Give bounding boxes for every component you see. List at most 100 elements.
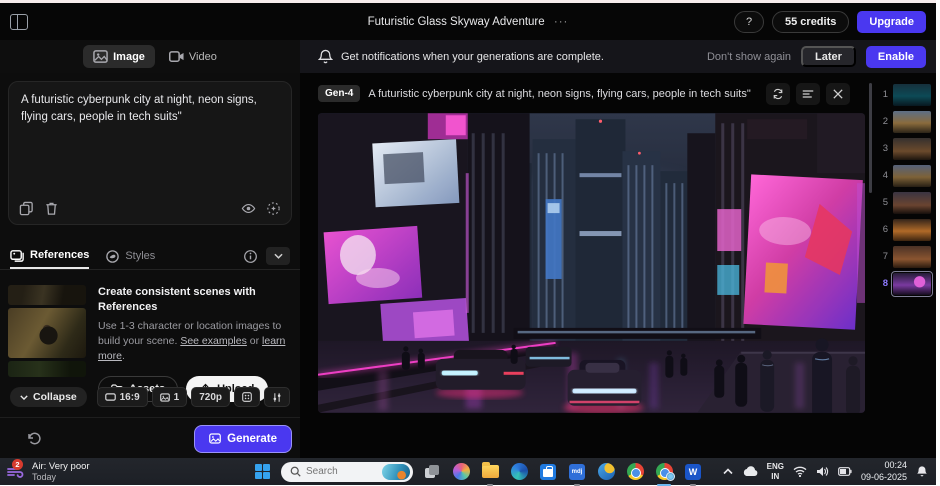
tab-styles[interactable]: Styles (105, 243, 155, 269)
chevron-down-icon (273, 253, 283, 259)
notification-bar: Get notifications when your generations … (300, 40, 936, 73)
reuse-settings-icon[interactable] (766, 83, 790, 105)
task-view-icon[interactable] (422, 462, 442, 482)
hidden-icons-chevron[interactable] (723, 468, 733, 475)
title-menu-icon[interactable]: ··· (554, 16, 569, 28)
microsoft-store-icon[interactable] (538, 462, 558, 482)
close-icon[interactable] (826, 83, 850, 105)
history-thumbnail-7[interactable] (893, 245, 931, 268)
battery-icon[interactable] (838, 467, 852, 476)
word-icon[interactable]: W (683, 462, 703, 486)
generate-row: Generate (0, 419, 300, 458)
history-item-6[interactable]: 6 (878, 216, 936, 243)
help-chat-icon[interactable]: ? (734, 10, 764, 33)
scrollbar[interactable] (869, 83, 872, 193)
history-item-1[interactable]: 1 (878, 81, 936, 108)
wifi-icon[interactable] (793, 466, 807, 477)
reference-example-top (8, 285, 86, 305)
info-icon[interactable] (243, 249, 258, 264)
see-examples-link[interactable]: See examples (180, 335, 247, 347)
copy-icon[interactable] (19, 201, 34, 216)
collapse-button[interactable]: Collapse (10, 387, 87, 407)
enhance-icon[interactable] (266, 201, 281, 216)
history-item-4[interactable]: 4 (878, 162, 936, 189)
viewer-area: Gen-4 A futuristic cyberpunk city at nig… (300, 73, 936, 458)
aspect-ratio-chip[interactable]: 16:9 (96, 387, 148, 407)
generated-image[interactable] (318, 113, 865, 413)
weather-line1: Air: Very poor (32, 461, 90, 472)
seed-dice-icon (242, 392, 252, 402)
delete-icon[interactable] (44, 201, 59, 216)
resolution-chip[interactable]: 720p (191, 387, 230, 407)
edge-icon[interactable] (509, 462, 529, 482)
chrome-active-window-icon[interactable] (654, 462, 675, 486)
reference-example-middle (8, 308, 86, 358)
generation-prompt-label: A futuristic cyberpunk city at night, ne… (368, 87, 751, 100)
tab-image[interactable]: Image (83, 45, 155, 68)
image-icon (93, 50, 108, 63)
references-heading: Create consistent scenes with References (98, 286, 256, 313)
time: 00:24 (884, 460, 907, 471)
copilot-icon[interactable] (451, 462, 471, 482)
aspect-ratio-icon (104, 393, 116, 401)
taskbar-search-box[interactable] (281, 461, 413, 482)
globe-icon (665, 472, 675, 481)
upgrade-button[interactable]: Upgrade (857, 10, 926, 33)
history-thumbnail-4[interactable] (893, 164, 931, 187)
start-button[interactable] (252, 462, 272, 482)
file-explorer-icon[interactable] (480, 462, 500, 486)
history-reset-icon[interactable] (26, 431, 42, 447)
notification-center-icon[interactable] (916, 465, 928, 478)
bell-icon (318, 49, 333, 64)
tab-video[interactable]: Video (168, 49, 217, 64)
credits-badge[interactable]: 55 credits (772, 10, 850, 33)
history-item-8-selected[interactable]: 8 (878, 270, 936, 297)
history-thumbnail-6[interactable] (893, 218, 931, 241)
image-count-chip[interactable]: 1 (151, 387, 188, 407)
history-thumbnail-5[interactable] (893, 191, 931, 214)
chevron-down-icon (20, 394, 28, 400)
tab-references[interactable]: References (10, 243, 90, 269)
history-thumbnail-1[interactable] (893, 83, 931, 106)
image-icon (209, 433, 221, 444)
generation-settings-row: Collapse 16:9 1 720p (0, 385, 300, 409)
weather-widget[interactable]: 2 Air: Very poor Today (0, 458, 150, 482)
later-button[interactable]: Later (801, 46, 856, 67)
volume-icon[interactable] (816, 466, 829, 477)
video-camera-icon (168, 51, 184, 62)
collapse-references-button[interactable] (266, 247, 290, 265)
prompt-input-box[interactable]: A futuristic cyberpunk city at night, ne… (8, 81, 292, 225)
enable-button[interactable]: Enable (865, 45, 926, 68)
mode-tabs: Image Video (0, 40, 300, 73)
chrome-icon[interactable] (625, 462, 645, 482)
history-item-5[interactable]: 5 (878, 189, 936, 216)
history-item-7[interactable]: 7 (878, 243, 936, 270)
search-daily-image (382, 463, 410, 480)
history-item-3[interactable]: 3 (878, 135, 936, 162)
history-thumbnail-2[interactable] (893, 110, 931, 133)
eye-icon[interactable] (241, 201, 256, 216)
dont-show-again-link[interactable]: Don't show again (707, 51, 791, 63)
round-app-icon[interactable] (596, 462, 616, 482)
clock-widget[interactable]: 00:24 09-06-2025 (861, 460, 907, 483)
language-indicator[interactable]: ENG IN (767, 462, 784, 480)
generate-button[interactable]: Generate (194, 424, 292, 453)
history-thumbnail-8[interactable] (890, 270, 934, 297)
prompt-text[interactable]: A futuristic cyberpunk city at night, ne… (21, 92, 279, 125)
search-input[interactable] (306, 466, 376, 477)
history-item-2[interactable]: 2 (878, 108, 936, 135)
notification-message: Get notifications when your generations … (341, 50, 604, 63)
reference-example-bottom (8, 361, 86, 377)
advanced-settings-chip[interactable] (264, 387, 290, 407)
seed-chip[interactable] (234, 387, 260, 407)
styles-icon (106, 249, 120, 263)
weather-line2: Today (32, 472, 57, 482)
runway-app-window: Futuristic Glass Skyway Adventure ··· ? … (0, 3, 936, 486)
references-icon (10, 249, 24, 262)
details-icon[interactable] (796, 83, 820, 105)
windows-taskbar: 2 Air: Very poor Today mdj (0, 458, 936, 486)
date: 09-06-2025 (860, 471, 907, 482)
history-thumbnail-3[interactable] (893, 137, 931, 160)
onedrive-cloud-icon[interactable] (742, 466, 758, 477)
pinned-app-icon[interactable]: mdj (567, 462, 587, 486)
